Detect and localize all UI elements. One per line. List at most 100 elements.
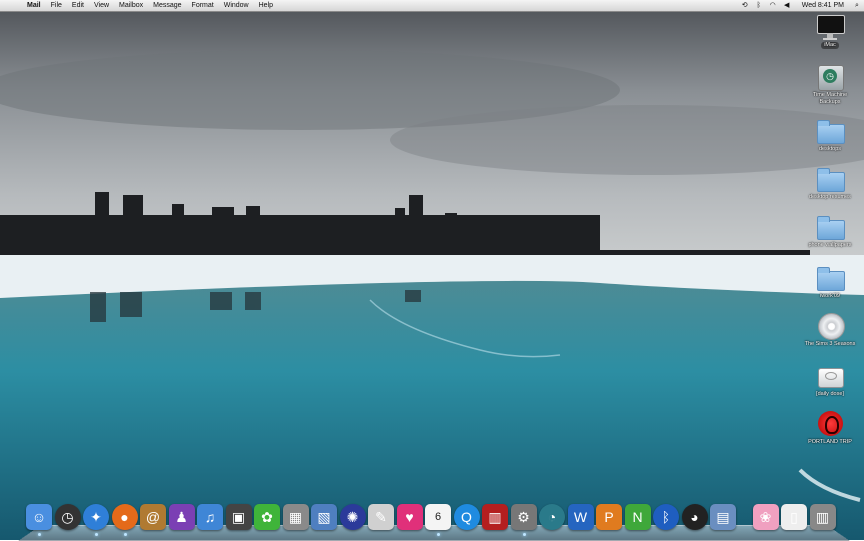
heart-app-icon: ♥	[405, 509, 414, 525]
menu-edit[interactable]: Edit	[67, 0, 89, 11]
desktop-icon-label: PORTLAND TRIP	[808, 439, 852, 445]
dock-item-pages[interactable]: P	[596, 504, 622, 530]
dock-item-heart-app[interactable]: ♥	[396, 504, 423, 530]
dock-item-photo-tool[interactable]: ▤	[710, 504, 736, 530]
system-preferences-icon: ⚙	[517, 508, 530, 525]
word-icon: W	[573, 509, 588, 525]
desktop-wallpaper	[0, 0, 864, 540]
dock-item-address-book[interactable]: @	[140, 504, 166, 530]
dock-item-ical[interactable]: 6	[425, 504, 451, 536]
dock-item-word[interactable]: W	[567, 504, 594, 530]
sync-icon[interactable]: ⟲	[738, 0, 752, 11]
adium-icon: ◕	[690, 509, 699, 525]
dock-item-itunes[interactable]: ♫	[197, 504, 223, 530]
desktop-icon-label: Time Machine Backups	[812, 92, 848, 105]
folder-icon	[815, 165, 845, 193]
folder-icon	[815, 264, 845, 292]
dock-item-preview[interactable]: ▧	[311, 504, 337, 530]
dock-item-ilife[interactable]: ✿	[254, 504, 280, 530]
dock-item-safari[interactable]: ✦	[83, 504, 109, 536]
disk-image-icon	[815, 362, 845, 390]
desktop-icon-desktops[interactable]: desktops	[802, 117, 858, 153]
itunes-icon: ♫	[204, 509, 216, 525]
safari-icon: ✦	[90, 508, 102, 525]
finder-icon: ☺	[31, 509, 47, 525]
dock-item-finder[interactable]: ☺	[26, 504, 52, 536]
firefox-icon: ●	[120, 509, 129, 525]
folder-icon	[815, 213, 845, 241]
running-indicator	[38, 533, 41, 536]
imac-icon	[815, 13, 845, 41]
dock-item-documents-stack[interactable]: ▯	[781, 504, 807, 530]
dock-item-quicktime[interactable]: Q	[453, 504, 480, 530]
dock-item-pencil[interactable]: ✎	[368, 504, 394, 530]
volume-icon[interactable]: ◀	[780, 0, 794, 11]
desktop-icon-label: desktop resumes	[809, 194, 851, 200]
menu-bar: Mail File Edit View Mailbox Message Form…	[0, 0, 864, 12]
dock-item-downloads-stack[interactable]: ❀	[752, 504, 779, 530]
running-indicator	[123, 533, 127, 536]
desktop-icon-label: desktops	[818, 146, 841, 152]
menu-window[interactable]: Window	[219, 0, 254, 11]
dock-item-time-machine[interactable]: ◔	[539, 504, 565, 530]
dock-item-app-store[interactable]: ✺	[339, 504, 366, 530]
dock-item-ichat[interactable]: ♟	[168, 504, 195, 530]
pencil-icon: ✎	[375, 508, 387, 525]
desktop-icon-desktop-resumes[interactable]: desktop resumes	[802, 165, 858, 201]
calculator-icon: ▦	[288, 508, 303, 525]
downloads-stack-icon: ❀	[759, 508, 772, 525]
trash-icon: ▥	[815, 508, 830, 525]
dock-item-numbers[interactable]: N	[624, 504, 651, 530]
dock-item-iphoto[interactable]: ▣	[225, 504, 252, 530]
desktop-icon-iwork09[interactable]: iwork'09	[802, 264, 858, 300]
dock-item-trash[interactable]: ▥	[809, 504, 836, 530]
desktop-icon-label: iMac	[821, 42, 839, 49]
desktop-icon-sims3-seasons[interactable]: The Sims 3 Seasons	[802, 312, 858, 348]
desktop-icon-phone-wallpapers[interactable]: phone wallpapers	[802, 213, 858, 249]
running-indicator	[522, 533, 526, 536]
menu-view[interactable]: View	[89, 0, 114, 11]
menu-format[interactable]: Format	[187, 0, 219, 11]
dock-item-dashboard[interactable]: ◷	[54, 504, 81, 530]
dvd-icon	[815, 312, 845, 340]
menu-app-name[interactable]: Mail	[22, 0, 46, 11]
wifi-icon[interactable]: ◠	[766, 0, 780, 11]
running-indicator	[95, 533, 98, 536]
address-book-icon: @	[145, 509, 161, 525]
time-machine-icon: ◔	[547, 509, 557, 525]
desktop-icon-label: The Sims 3 Seasons	[804, 341, 856, 347]
dashboard-icon: ◷	[61, 508, 74, 525]
quicktime-icon: Q	[461, 509, 472, 525]
documents-stack-icon: ▯	[790, 508, 798, 525]
bluetooth-icon[interactable]: ᛒ	[752, 0, 766, 11]
menu-file[interactable]: File	[46, 0, 67, 11]
ichat-icon: ♟	[175, 508, 188, 525]
desktop-icon-imac[interactable]: iMac	[802, 13, 858, 49]
dock-item-bluetooth[interactable]: ᛒ	[653, 504, 679, 530]
desktop-icon-daily-dose[interactable]: [daily dose]	[802, 362, 858, 398]
dock-item-firefox[interactable]: ●	[111, 504, 138, 536]
menu-help[interactable]: Help	[254, 0, 278, 11]
photo-album-icon	[815, 410, 845, 438]
pages-icon: P	[604, 509, 614, 525]
time-machine-drive-icon: ◷	[815, 63, 845, 91]
dock-item-photo-booth[interactable]: ▥	[482, 504, 508, 530]
desktop-icon-label: phone wallpapers	[808, 242, 852, 248]
photo-booth-icon: ▥	[488, 508, 502, 525]
menu-mailbox[interactable]: Mailbox	[114, 0, 148, 11]
ilife-icon: ✿	[261, 508, 273, 525]
dock-item-system-preferences[interactable]: ⚙	[510, 504, 537, 536]
preview-icon: ▧	[317, 508, 331, 525]
desktop-icon-portland-trip[interactable]: PORTLAND TRIP	[802, 410, 858, 446]
desktop-icon-time-machine-backups[interactable]: ◷ Time Machine Backups	[802, 63, 858, 105]
numbers-icon: N	[632, 509, 643, 525]
ical-icon: 6	[434, 511, 442, 523]
spotlight-icon[interactable]: ⌕	[850, 0, 864, 11]
folder-icon	[815, 117, 845, 145]
menu-clock[interactable]: Wed 8:41 PM	[794, 2, 850, 9]
dock-item-adium[interactable]: ◕	[681, 504, 708, 530]
bluetooth-icon: ᛒ	[661, 509, 671, 525]
iphoto-icon: ▣	[231, 508, 246, 525]
dock-item-calculator[interactable]: ▦	[282, 504, 309, 530]
menu-message[interactable]: Message	[148, 0, 186, 11]
